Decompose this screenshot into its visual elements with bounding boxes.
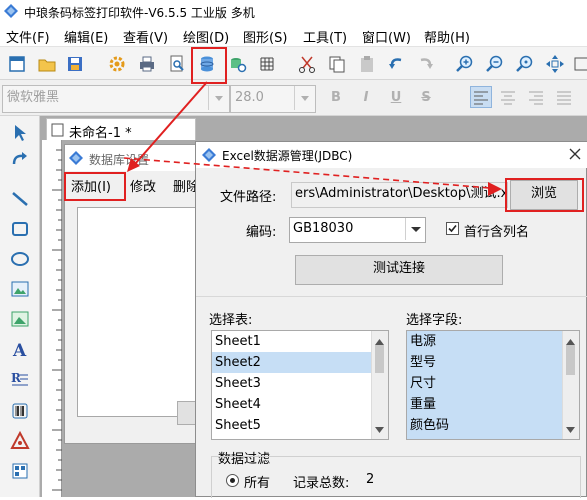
annotation-arrows [123,81,502,196]
